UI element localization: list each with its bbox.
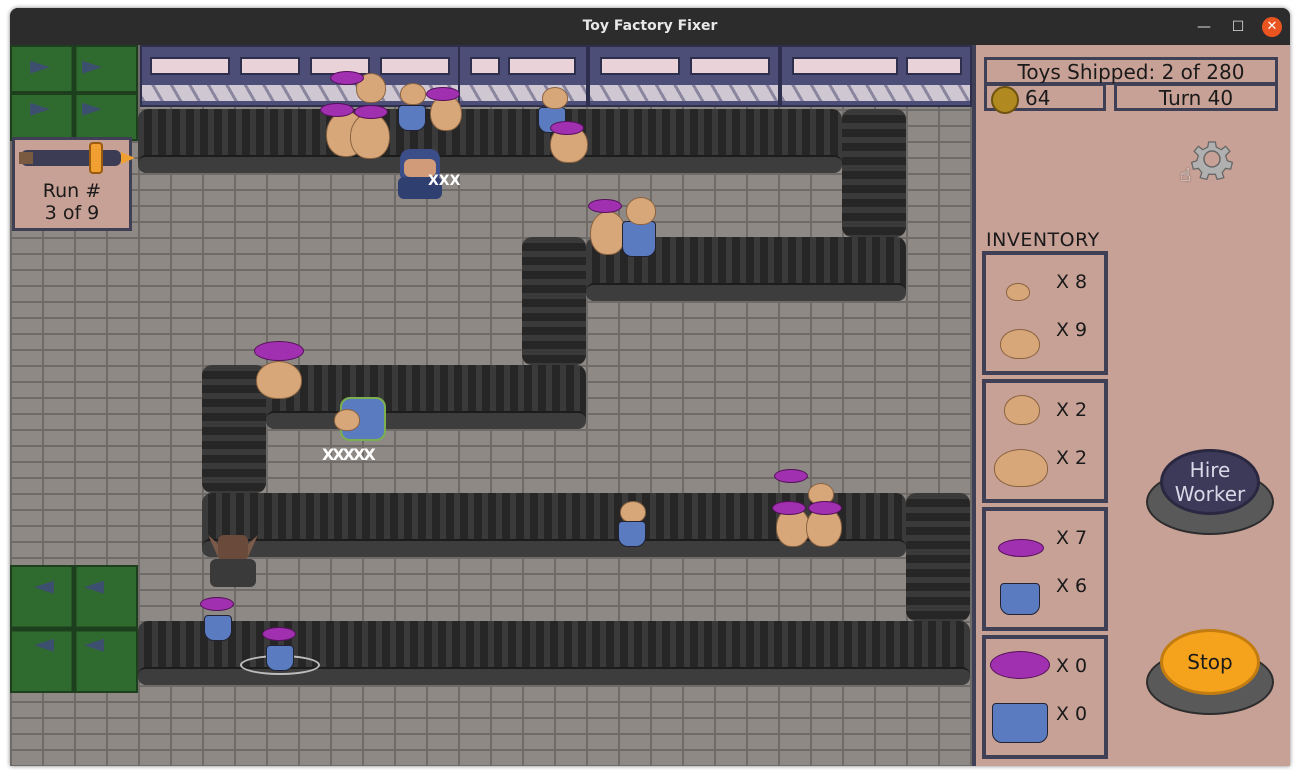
inventory-count: X 0 (1056, 703, 1088, 725)
close-button[interactable]: ✕ (1262, 17, 1282, 37)
conveyor-belt[interactable] (522, 237, 586, 365)
coin-counter: 64 (984, 83, 1106, 114)
toy-pile[interactable] (320, 71, 400, 163)
inventory-count: X 2 (1056, 447, 1088, 469)
inventory-group-doll: X 7 X 6 (982, 507, 1108, 631)
small-bear-head-icon (1006, 283, 1030, 301)
minimize-button[interactable]: — (1194, 17, 1214, 37)
title-bar: Toy Factory Fixer — ☐ ✕ (10, 8, 1290, 45)
arrow-left-icon: ◄ (84, 629, 104, 659)
run-progress-knob (89, 142, 103, 174)
storage-shelf (588, 45, 780, 107)
inventory-count: X 9 (1056, 319, 1088, 341)
toy[interactable] (250, 339, 310, 401)
conveyor-belt[interactable] (138, 109, 842, 173)
toy[interactable] (240, 625, 320, 677)
run-label: Run # (42, 180, 102, 202)
arrow-right-icon: ► (30, 51, 50, 81)
doll-head-large-icon (990, 651, 1050, 679)
coin-value: 64 (1025, 86, 1051, 110)
toy[interactable] (610, 501, 654, 549)
gear-icon (1190, 141, 1234, 181)
arrow-left-icon: ◄ (34, 629, 54, 659)
inventory-count: X 2 (1056, 399, 1088, 421)
conveyor-belt[interactable] (266, 365, 586, 429)
storage-shelf (780, 45, 972, 107)
inventory-group-doll-large: X 0 X 0 (982, 635, 1108, 759)
worker-character[interactable]: XXX (392, 145, 460, 201)
inventory-count: X 8 (1056, 271, 1088, 293)
turn-counter: Turn 40 (1114, 83, 1278, 111)
run-count: 3 of 9 (44, 202, 100, 224)
settings-button[interactable] (1182, 137, 1242, 181)
conveyor-belt[interactable] (906, 493, 970, 621)
toy-pile[interactable] (530, 85, 590, 165)
doll-head-icon (998, 539, 1044, 557)
run-progress-bar (19, 150, 135, 166)
inventory-count: X 6 (1056, 575, 1088, 597)
side-panel: Toys Shipped: 2 of 280 64 Turn 40 ☝ INVE… (972, 45, 1290, 766)
maximize-button[interactable]: ☐ (1228, 17, 1248, 37)
coin-icon (991, 86, 1019, 114)
toy-pile[interactable] (768, 467, 852, 551)
toy[interactable] (194, 595, 244, 647)
inventory-group-bear: X 2 X 2 (982, 379, 1108, 503)
input-crate: ► ► ► ► (10, 45, 138, 141)
hire-worker-label-line2: Worker (1174, 482, 1246, 506)
toys-shipped-counter: Toys Shipped: 2 of 280 (984, 57, 1278, 85)
inventory-count: X 7 (1056, 527, 1088, 549)
app-window: Toy Factory Fixer — ☐ ✕ ► ► ► ► ◄ ◄ ◄ ◄ … (10, 8, 1290, 766)
bear-head-icon (1004, 395, 1040, 425)
stop-button[interactable]: Stop (1146, 629, 1274, 717)
arrow-right-icon: ► (82, 51, 102, 81)
inventory-group-bear-small: X 8 X 9 (982, 251, 1108, 375)
small-bear-body-icon (1000, 329, 1040, 359)
inventory-count: X 0 (1056, 655, 1088, 677)
toy-pile[interactable] (390, 75, 470, 135)
arrow-left-icon: ◄ (84, 571, 104, 601)
toy-pile[interactable] (586, 193, 666, 261)
worker-character[interactable]: XXXXX (322, 397, 398, 467)
window-title: Toy Factory Fixer (582, 18, 718, 34)
run-progress-panel: Run # 3 of 9 (12, 137, 135, 231)
inventory-title: INVENTORY (986, 229, 1100, 251)
game-area: ► ► ► ► ◄ ◄ ◄ ◄ Run # 3 of 9 XXX XXXXX T… (10, 45, 1290, 766)
arrow-right-icon: ► (82, 93, 102, 123)
arrow-left-icon: ◄ (34, 571, 54, 601)
doll-body-icon (1000, 583, 1040, 615)
hire-worker-button[interactable]: Hire Worker (1146, 449, 1274, 537)
conveyor-belt[interactable] (842, 109, 906, 237)
doll-body-large-icon (992, 703, 1048, 743)
stop-label: Stop (1160, 629, 1260, 695)
hand-cursor-icon: ☝ (1180, 165, 1191, 186)
arrow-right-icon: ► (30, 93, 50, 123)
bear-body-icon (994, 449, 1048, 487)
goblin-worker-character[interactable] (202, 529, 264, 591)
hire-worker-label-line1: Hire (1189, 458, 1231, 482)
output-crate: ◄ ◄ ◄ ◄ (10, 565, 138, 693)
